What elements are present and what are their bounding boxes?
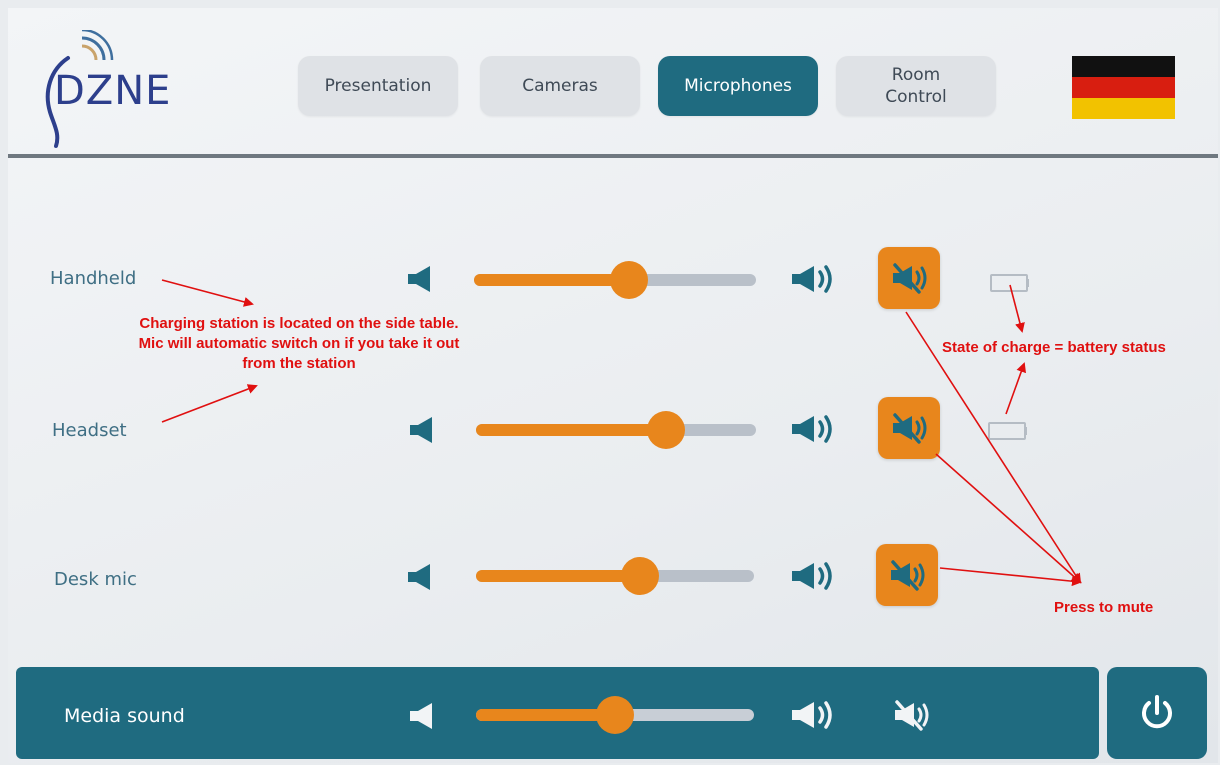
volume-slider-media[interactable] [476,696,754,734]
battery-icon [988,422,1027,440]
slider-knob[interactable] [610,261,648,299]
speaker-muted-icon [893,413,927,444]
speaker-muted-icon [891,560,925,591]
speaker-muted-icon [895,700,929,731]
mic-label-headset: Headset [52,420,127,441]
slider-fill [476,709,615,721]
volume-slider-headset[interactable] [476,411,756,449]
tab-label: Cameras [522,76,598,96]
tab-cameras[interactable]: Cameras [480,56,640,116]
power-button[interactable] [1107,667,1207,759]
volume-low-icon [408,266,430,292]
german-flag-icon[interactable] [1072,56,1175,119]
tab-label: Room Control [885,65,947,107]
tab-presentation[interactable]: Presentation [298,56,458,116]
mic-label-handheld: Handheld [50,268,137,289]
mute-button-desk-mic[interactable] [876,544,938,606]
volume-slider-handheld[interactable] [474,261,756,299]
media-sound-label: Media sound [64,705,185,727]
tab-microphones[interactable]: Microphones [658,56,818,116]
slider-fill [476,570,640,582]
annotation-press-to-mute: Press to mute [1054,599,1154,616]
tab-label: Presentation [324,76,432,96]
volume-high-icon [792,562,832,590]
speaker-muted-icon [893,263,927,294]
battery-icon [990,274,1029,292]
volume-high-icon [792,265,832,293]
mute-button-media[interactable] [888,695,934,735]
volume-slider-desk-mic[interactable] [476,557,754,595]
volume-low-icon [410,417,432,443]
header-divider [8,154,1218,158]
media-sound-bar: Media sound [16,667,1099,759]
tab-label: Microphones [684,76,792,96]
volume-low-icon [410,703,432,729]
slider-fill [476,424,666,436]
mic-label-desk-mic: Desk mic [54,569,137,590]
slider-knob[interactable] [621,557,659,595]
volume-high-icon [792,701,832,729]
annotation-charging-station: Charging station is located on the side … [138,315,460,372]
power-icon [1142,695,1172,729]
logo-text: DZNE [54,68,172,114]
slider-knob[interactable] [596,696,634,734]
annotation-battery-status: State of charge = battery status [942,339,1166,356]
volume-low-icon [408,564,430,590]
mute-button-headset[interactable] [878,397,940,459]
mute-button-handheld[interactable] [878,247,940,309]
slider-knob[interactable] [647,411,685,449]
slider-fill [474,274,629,286]
touch-panel-screen: DZNE Presentation Cameras Microphones Ro… [8,8,1218,763]
tab-room-control[interactable]: Room Control [836,56,996,116]
volume-high-icon [792,415,832,443]
